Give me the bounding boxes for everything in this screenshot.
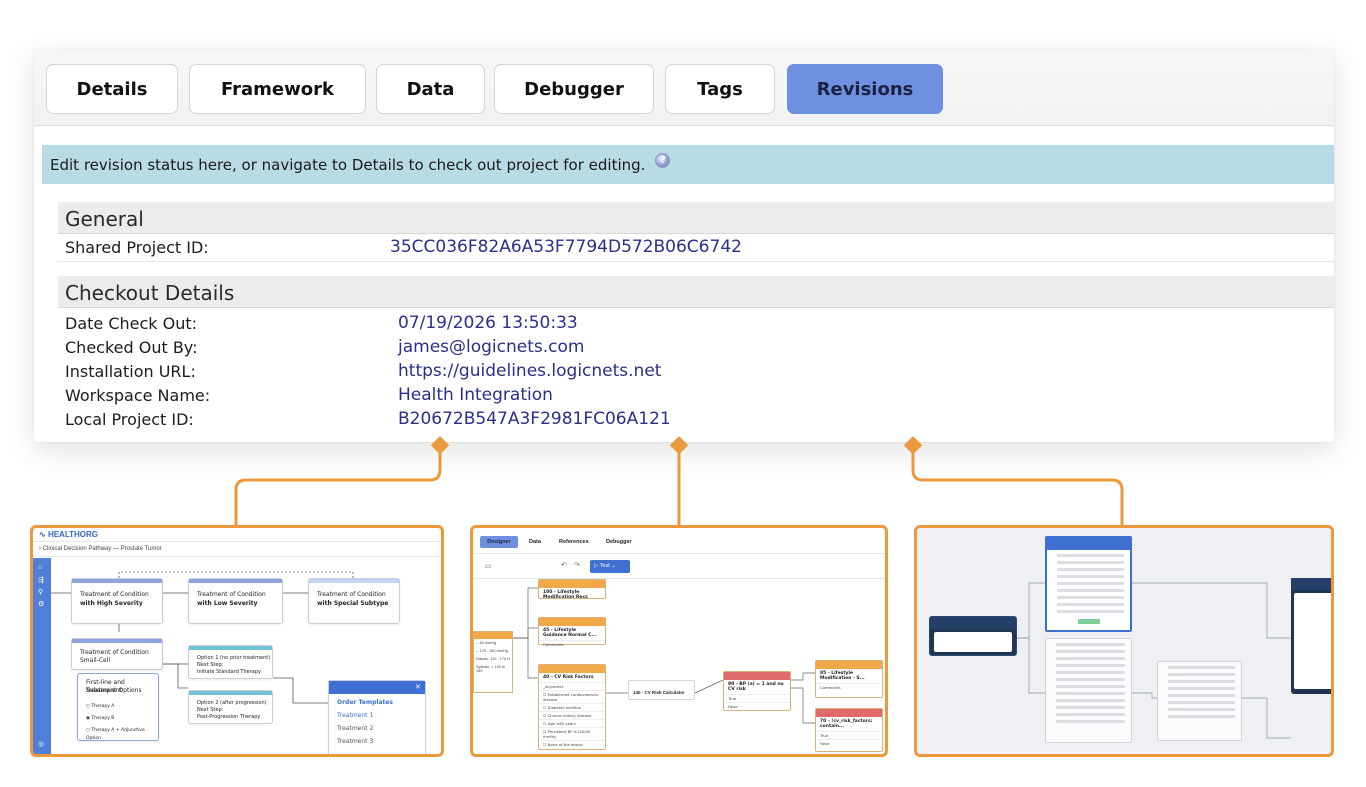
thumbnail-flow-overview[interactable]	[914, 525, 1334, 757]
thumbnail-designer[interactable]: Designer Data References Debugger ▭ ↶ ↷ …	[470, 525, 888, 757]
card-bp-no-cv-risk[interactable]: 90 - BP (a) = 1 and no CV risk True Fals…	[723, 671, 791, 711]
flow-faded-node-1[interactable]	[1045, 638, 1132, 743]
option-2-card[interactable]: Option 2 (after progression) Next Step: …	[188, 690, 273, 724]
card-lifestyle-guidance[interactable]: 45 - Lifestyle Guidance Normal C... Comm…	[538, 617, 606, 647]
connector-diamond-right	[903, 436, 923, 455]
close-icon[interactable]: ✕	[415, 683, 421, 691]
option-1-card[interactable]: Option 1 (no prior treatment) Next Step:…	[188, 645, 273, 679]
card-cv-risk-calculator[interactable]: 140 - CV Risk Calculator	[628, 680, 695, 700]
flow-right-node[interactable]	[1291, 578, 1331, 694]
card-lifestyle-modification-s[interactable]: 85 - Lifestyle Modification - S... Comme…	[815, 660, 883, 698]
node-small-cell[interactable]: Treatment of Condition Small-Cell	[71, 638, 163, 670]
connector-left	[234, 446, 442, 526]
connector-right	[911, 446, 1124, 526]
flow-start-node[interactable]	[929, 616, 1017, 656]
connector-diamond-left	[430, 436, 450, 455]
thumbnail-clinical-pathway[interactable]: ∿ HEALTHORG › Clinical Decision Pathway …	[30, 525, 444, 757]
order-templates-popup[interactable]: ✕ Order Templates Treatment 1 Treatment …	[328, 680, 426, 754]
node-low-severity[interactable]: Treatment of Condition with Low Severity	[188, 578, 283, 624]
flow-faded-node-2[interactable]	[1157, 661, 1242, 741]
connector-diamond-middle	[669, 436, 689, 455]
card-cv-risk-factors[interactable]: 40 - CV Risk Factors _Anyselect ☐ Establ…	[538, 664, 606, 750]
flow-question-node[interactable]	[1045, 536, 1132, 632]
node-high-severity[interactable]: Treatment of Condition with High Severit…	[71, 578, 163, 624]
left-stub-card[interactable]: -- 60 mmHg -- 125 - 160 mmHg Distolic: 1…	[473, 631, 513, 693]
node-special-subtype[interactable]: Treatment of Condition with Special Subt…	[308, 578, 400, 624]
card-lifestyle-recs[interactable]: 100 - Lifestyle Modification Recs	[538, 579, 606, 600]
first-line-options[interactable]: First-line and Subsequent Treatment Opti…	[77, 673, 159, 741]
card-cv-risk-factors-contain[interactable]: 70 - !cv_risk_factors: contain... True F…	[815, 708, 883, 752]
